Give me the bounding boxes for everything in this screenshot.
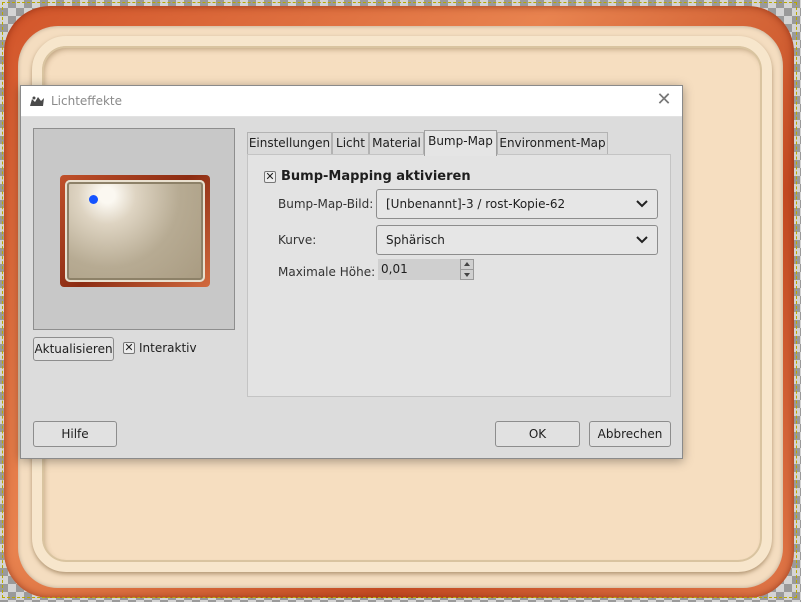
tab-licht[interactable]: Licht [332,132,369,154]
close-icon[interactable]: ✕ [654,90,674,110]
preview-area[interactable] [33,128,235,330]
curve-value: Sphärisch [386,233,445,247]
preview-image [60,175,210,287]
dialog-titlebar[interactable]: Lichteffekte ✕ [21,86,682,117]
max-height-value: 0,01 [381,262,408,276]
bump-map-image-value: [Unbenannt]-3 / rost-Kopie-62 [386,197,566,211]
interactive-checkbox[interactable]: ✕ [123,342,135,354]
preview-image-inner [65,180,205,282]
curve-label: Kurve: [278,233,317,247]
light-position-handle[interactable] [89,195,98,204]
tab-einstellungen[interactable]: Einstellungen [247,132,332,154]
bump-map-image-select[interactable]: [Unbenannt]-3 / rost-Kopie-62 [376,189,658,219]
curve-select[interactable]: Sphärisch [376,225,658,255]
spin-down-icon[interactable] [460,269,474,280]
ok-button[interactable]: OK [495,421,580,447]
lighting-effects-dialog: Lichteffekte ✕ Aktualisieren ✕ Interakti… [20,85,683,459]
chevron-down-icon [636,200,648,208]
cancel-button[interactable]: Abbrechen [589,421,671,447]
bump-map-panel: ✕ Bump-Mapping aktivieren Bump-Map-Bild:… [247,154,671,397]
bump-map-image-label: Bump-Map-Bild: [278,197,374,211]
help-button[interactable]: Hilfe [33,421,117,447]
tab-material[interactable]: Material [369,132,424,154]
max-height-label: Maximale Höhe: [278,265,376,279]
dialog-title: Lichteffekte [51,94,122,108]
interactive-label: Interaktiv [139,341,197,355]
tab-bump-map[interactable]: Bump-Map [424,130,497,156]
update-button[interactable]: Aktualisieren [33,337,114,361]
bump-mapping-label: Bump-Mapping aktivieren [281,169,471,184]
chevron-down-icon [636,236,648,244]
tab-environment-map[interactable]: Environment-Map [497,132,608,154]
bump-mapping-checkbox[interactable]: ✕ [264,171,276,183]
gimp-icon [30,96,44,106]
max-height-input[interactable]: 0,01 [378,259,460,280]
